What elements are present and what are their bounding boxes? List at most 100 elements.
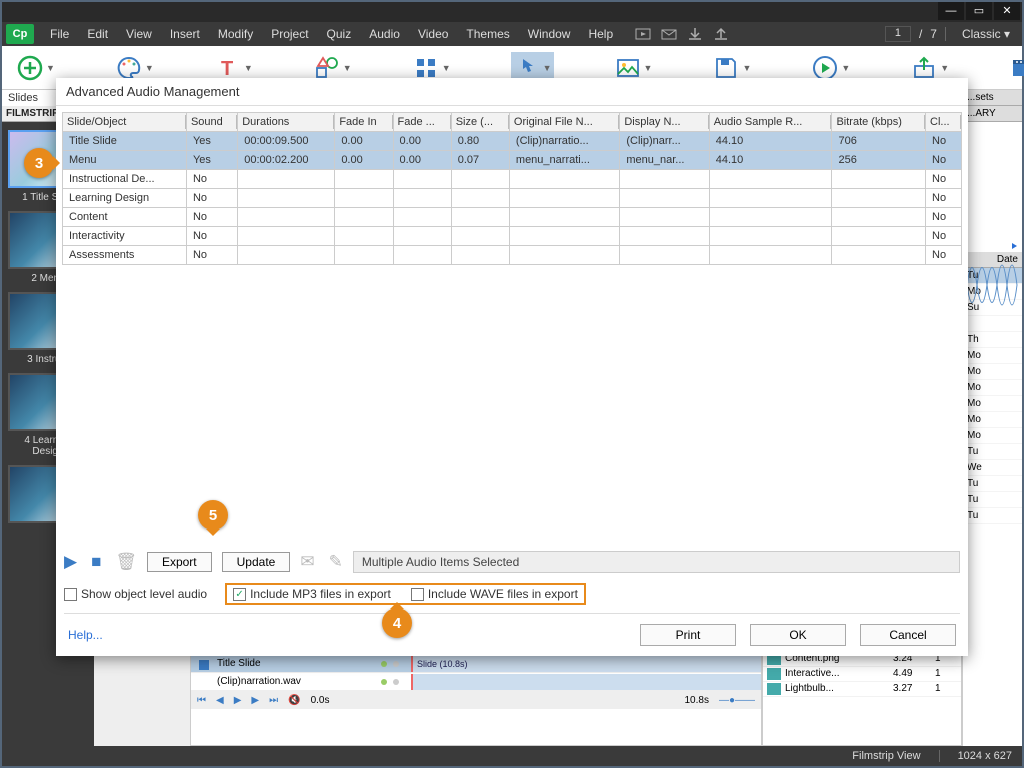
col-header[interactable]: Slide/Object [63, 113, 187, 132]
page-current-input[interactable]: 1 [885, 26, 911, 42]
tl-play-icon[interactable]: ▶ [234, 695, 242, 706]
table-row[interactable]: Instructional De...NoNo [63, 170, 962, 189]
col-header[interactable]: Fade In [335, 113, 393, 132]
lib-date-cell[interactable]: Th [963, 332, 1022, 348]
col-header[interactable]: Cl... [926, 113, 962, 132]
tl-end-icon[interactable]: ⏭ [269, 695, 278, 706]
library-hdr: ...ARY [963, 106, 1022, 122]
lib-date-cell[interactable]: Mo [963, 364, 1022, 380]
minimize-button[interactable]: — [938, 2, 964, 20]
tool-assets[interactable] [1009, 54, 1024, 82]
ok-button[interactable]: OK [750, 624, 846, 646]
maximize-button[interactable]: ▭ [966, 2, 992, 20]
dialog-title: Advanced Audio Management [56, 78, 968, 106]
menu-help[interactable]: Help [580, 27, 621, 41]
library-row[interactable]: Lightbulb...3.271 [763, 682, 961, 697]
lib-date-cell[interactable]: Mo [963, 348, 1022, 364]
timeline-row[interactable]: (Clip)narration.wav [191, 673, 761, 691]
tl-stepfwd-icon[interactable]: ▶ [251, 695, 259, 706]
edit-icon[interactable]: ✎ [329, 552, 343, 572]
lib-date-cell[interactable]: Mo [963, 428, 1022, 444]
print-button[interactable]: Print [640, 624, 736, 646]
upload-icon[interactable] [713, 27, 729, 41]
menu-bar: Cp File Edit View Insert Modify Project … [2, 22, 1022, 46]
menu-audio[interactable]: Audio [361, 27, 408, 41]
menu-project[interactable]: Project [263, 27, 316, 41]
table-row[interactable]: InteractivityNoNo [63, 227, 962, 246]
lib-date-cell[interactable]: We [963, 460, 1022, 476]
export-button[interactable]: Export [147, 552, 212, 572]
download-icon[interactable] [687, 27, 703, 41]
tl-mute-icon[interactable]: 🔇 [288, 695, 300, 706]
col-header[interactable]: Size (... [451, 113, 509, 132]
menu-video[interactable]: Video [410, 27, 456, 41]
lib-date-cell[interactable]: Mo [963, 412, 1022, 428]
menu-quiz[interactable]: Quiz [319, 27, 360, 41]
col-header[interactable]: Fade ... [393, 113, 451, 132]
callout-3: 3 [24, 148, 54, 178]
timeline-row[interactable]: Title SlideSlide (10.8s) [191, 655, 761, 673]
include-wave-checkbox[interactable]: Include WAVE files in export [411, 587, 578, 601]
advanced-audio-dialog: Advanced Audio Management Slide/ObjectSo… [56, 78, 968, 656]
callout-5: 5 [198, 500, 228, 530]
col-header[interactable]: Audio Sample R... [709, 113, 832, 132]
library-row[interactable]: Interactive...4.491 [763, 667, 961, 682]
preview-icon[interactable] [635, 27, 651, 41]
update-button[interactable]: Update [222, 552, 291, 572]
col-header[interactable]: Original File N... [509, 113, 619, 132]
app-logo: Cp [6, 24, 34, 44]
menu-themes[interactable]: Themes [458, 27, 517, 41]
menu-insert[interactable]: Insert [162, 27, 208, 41]
page-sep: / [919, 27, 922, 41]
svg-text:T: T [221, 58, 233, 80]
tl-time-start: 0.0s [311, 695, 330, 706]
close-button[interactable]: ✕ [994, 2, 1020, 20]
audio-table[interactable]: Slide/ObjectSoundDurationsFade InFade ..… [62, 112, 962, 265]
callout-4: 4 [382, 608, 412, 638]
tl-zoom-slider[interactable]: —●—— [719, 695, 755, 706]
assets-tab[interactable]: ...sets [963, 90, 1022, 106]
tl-time-end: 10.8s [684, 695, 708, 706]
table-row[interactable]: ContentNoNo [63, 208, 962, 227]
mail-icon[interactable] [661, 27, 677, 41]
tool-add[interactable]: ▼ [16, 54, 55, 82]
lib-date-cell[interactable]: Mo [963, 396, 1022, 412]
workspace-dropdown[interactable]: Classic ▾ [954, 27, 1018, 41]
waveform-preview [966, 240, 1018, 330]
timeline-controls: ⏮ ◀ ▶ ▶ ⏭ 🔇 0.0s 10.8s —●—— [191, 691, 761, 709]
menu-view[interactable]: View [118, 27, 160, 41]
table-row[interactable]: Title SlideYes00:00:09.5000.000.000.80(C… [63, 132, 962, 151]
col-header[interactable]: Sound [186, 113, 237, 132]
col-header[interactable]: Display N... [620, 113, 709, 132]
menu-file[interactable]: File [42, 27, 77, 41]
menu-modify[interactable]: Modify [210, 27, 261, 41]
export-options-highlight: ✓Include MP3 files in export Include WAV… [225, 583, 586, 605]
stop-icon[interactable]: ■ [91, 552, 101, 572]
tl-rewind-icon[interactable]: ⏮ [197, 695, 206, 706]
col-header[interactable]: Bitrate (kbps) [832, 113, 926, 132]
table-row[interactable]: AssessmentsNoNo [63, 246, 962, 265]
status-view: Filmstrip View [852, 750, 920, 762]
status-dimensions: 1024 x 627 [958, 750, 1012, 762]
include-mp3-checkbox[interactable]: ✓Include MP3 files in export [233, 587, 391, 601]
show-object-audio-checkbox[interactable]: Show object level audio [64, 587, 207, 601]
lib-date-cell[interactable]: Mo [963, 380, 1022, 396]
title-bar: — ▭ ✕ [2, 2, 1022, 22]
col-header[interactable]: Durations [238, 113, 335, 132]
library-date-col: ...sets ...ARY Date TuMoSu ThMoMoMoMoMoM… [962, 90, 1022, 746]
help-link[interactable]: Help... [68, 628, 103, 642]
play-icon[interactable]: ▶ [64, 552, 77, 572]
tl-stepback-icon[interactable]: ◀ [216, 695, 224, 706]
lib-date-cell[interactable]: Tu [963, 476, 1022, 492]
cc-icon[interactable]: ✉ [300, 552, 314, 572]
table-row[interactable]: MenuYes00:00:02.2000.000.000.07menu_narr… [63, 151, 962, 170]
lib-date-cell[interactable]: Tu [963, 508, 1022, 524]
delete-icon[interactable]: 🗑 [115, 552, 137, 572]
table-row[interactable]: Learning DesignNoNo [63, 189, 962, 208]
cancel-button[interactable]: Cancel [860, 624, 956, 646]
lib-date-cell[interactable]: Tu [963, 492, 1022, 508]
menu-edit[interactable]: Edit [79, 27, 116, 41]
menu-window[interactable]: Window [520, 27, 579, 41]
status-bar: Filmstrip View 1024 x 627 [2, 746, 1022, 766]
lib-date-cell[interactable]: Tu [963, 444, 1022, 460]
